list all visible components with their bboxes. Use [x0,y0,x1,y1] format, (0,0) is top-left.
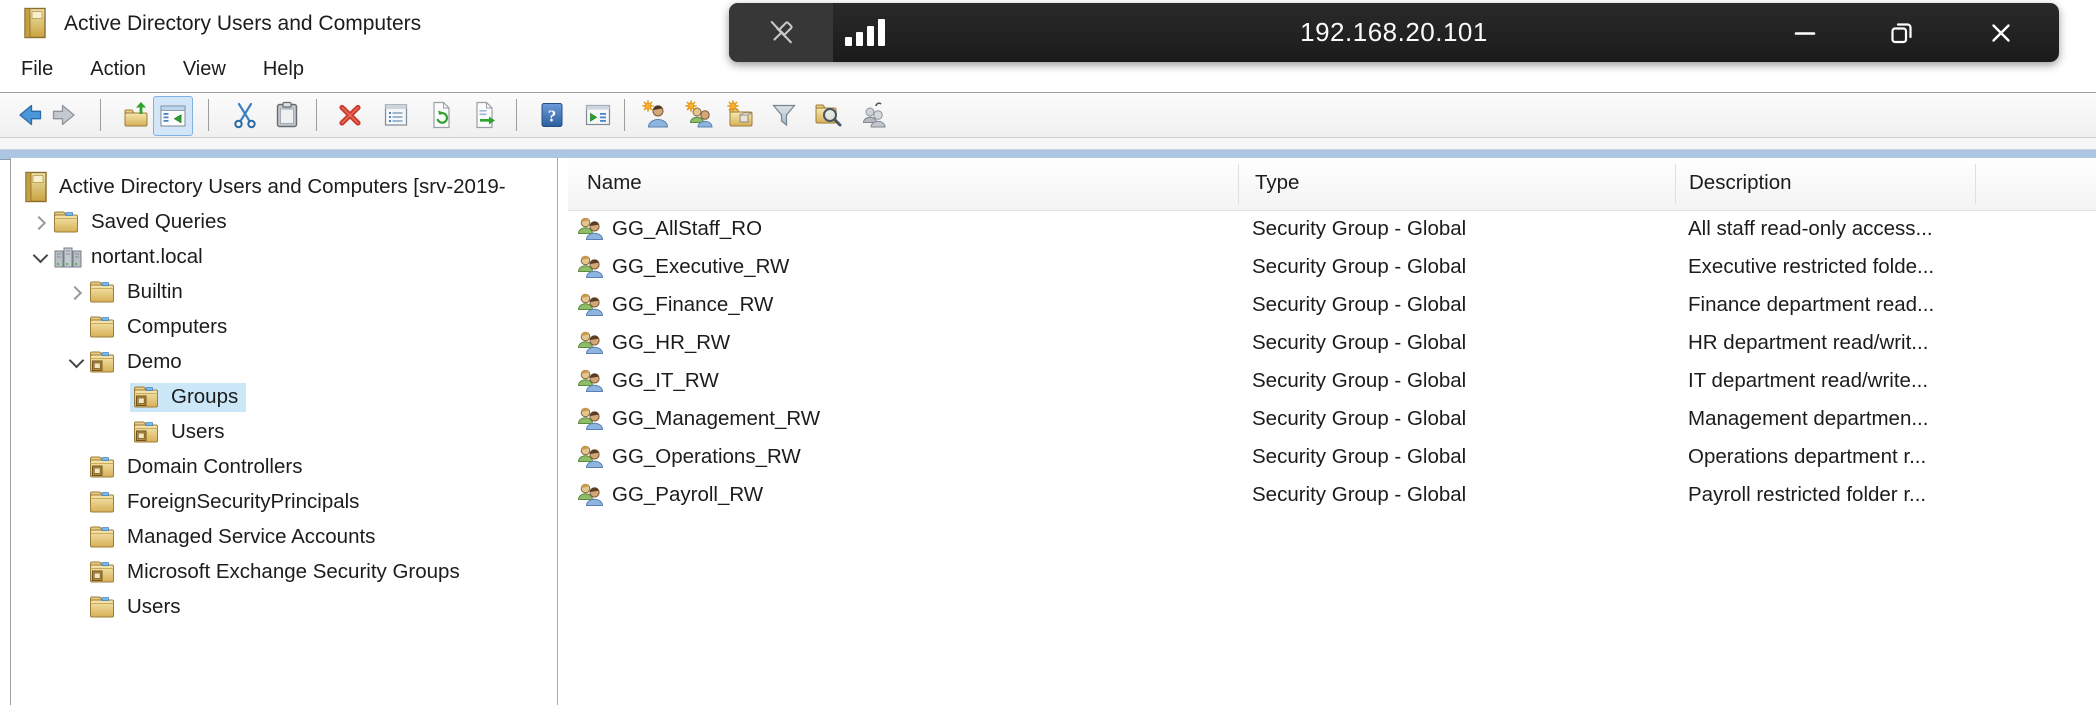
folder-icon [89,315,121,339]
close-icon [1992,23,2010,42]
menu-help[interactable]: Help [263,58,304,81]
menu-action[interactable]: Action [90,58,146,81]
security-group-icon [575,442,605,472]
session-address: 192.168.20.101 [1300,17,1488,47]
minimize-button[interactable] [1782,3,1828,62]
menu-view[interactable]: View [183,58,226,81]
tree-item-exchange-security-groups[interactable]: Microsoft Exchange Security Groups [13,555,556,590]
delete-icon[interactable] [335,100,365,130]
tree-item-managed-service-accounts[interactable]: Managed Service Accounts [13,520,556,555]
tree-item-domain-controllers[interactable]: Domain Controllers [13,450,556,485]
new-user-icon[interactable] [641,100,671,130]
connection-signal-icon [845,19,885,46]
security-group-icon [575,328,605,358]
tree-item-foreign-security-principals[interactable]: ForeignSecurityPrincipals [13,485,556,520]
list-row[interactable]: GG_Management_RW Security Group - Global M… [568,400,2096,438]
app-icon [20,7,50,40]
folder-icon [89,490,121,514]
ou-folder-icon [133,420,165,444]
object-list-pane: Name Type Description GG_AllStaff_RO Secu… [568,158,2096,705]
minimize-icon [1794,31,1816,35]
tree-item-builtin[interactable]: Builtin [13,275,556,310]
console-tree-pane: Active Directory Users and Computers [sr… [10,158,558,705]
window-title: Active Directory Users and Computers [64,12,422,35]
export-list-icon[interactable] [471,100,501,130]
ou-folder-icon [89,455,121,479]
show-console-tree-toggle[interactable] [153,96,193,136]
paste-icon[interactable] [272,100,302,130]
tree-item-saved-queries[interactable]: Saved Queries [13,205,556,240]
list-header: Name Type Description [568,158,2096,211]
ou-folder-icon [133,385,165,409]
security-group-icon [575,252,605,282]
menu-file[interactable]: File [21,58,53,81]
column-divider [1238,164,1239,204]
security-group-icon [575,480,605,510]
list-row[interactable]: GG_Payroll_RW Security Group - Global Payr… [568,476,2096,514]
list-row[interactable]: GG_AllStaff_RO Security Group - Global All… [568,210,2096,248]
accounts-icon[interactable] [857,100,887,130]
toolbar-separator [100,99,101,131]
folder-icon [53,210,85,234]
tree-item-demo[interactable]: Demo [13,345,556,380]
restore-icon [1891,22,1912,43]
tree-item-computers[interactable]: Computers [13,310,556,345]
folder-icon [89,280,121,304]
toolbar: ? [0,94,2096,138]
column-divider [1675,164,1676,204]
help-icon[interactable]: ? [537,100,567,130]
column-header-name[interactable]: Name [587,158,642,208]
forward-icon[interactable] [49,100,79,130]
list-row[interactable]: GG_HR_RW Security Group - Global HR depart… [568,324,2096,362]
unpin-icon [770,20,793,43]
folder-icon [89,595,121,619]
refresh-icon[interactable] [426,100,456,130]
new-window-icon[interactable] [583,100,613,130]
restore-button[interactable] [1879,3,1925,62]
new-group-icon[interactable] [684,100,714,130]
back-icon[interactable] [15,100,45,130]
new-organizational-unit-icon[interactable] [726,100,756,130]
remote-session-toolbar: 192.168.20.101 [729,3,2059,62]
toolbar-separator [516,99,517,131]
security-group-icon [575,366,605,396]
column-divider [1975,164,1976,204]
column-header-type[interactable]: Type [1255,158,1299,208]
show-console-tree-icon [160,105,186,127]
find-icon[interactable] [813,100,843,130]
toolbar-separator [208,99,209,131]
up-one-level-icon[interactable] [122,100,152,130]
security-group-icon [575,290,605,320]
tree-item-groups[interactable]: Groups [13,380,556,415]
column-header-description[interactable]: Description [1689,158,1792,208]
filter-icon[interactable] [769,100,799,130]
close-button[interactable] [1978,3,2024,62]
tree-item-domain[interactable]: nortant.local [13,240,556,275]
list-row[interactable]: GG_Executive_RW Security Group - Global Ex… [568,248,2096,286]
svg-text:?: ? [548,107,557,126]
folder-icon [89,525,121,549]
ou-folder-icon [89,350,121,374]
security-group-icon [575,214,605,244]
book-icon [21,171,53,203]
tree-item-root[interactable]: Active Directory Users and Computers [sr… [13,170,556,205]
domain-icon [53,244,85,270]
list-row[interactable]: GG_IT_RW Security Group - Global IT depart… [568,362,2096,400]
unpin-toolbar-button[interactable] [729,3,833,62]
list-row[interactable]: GG_Operations_RW Security Group - Global O… [568,438,2096,476]
toolbar-separator [316,99,317,131]
toolbar-gap [0,138,2096,149]
properties-icon[interactable] [381,100,411,130]
security-group-icon [575,404,605,434]
ou-folder-icon [89,560,121,584]
tree-item-users[interactable]: Users [13,590,556,625]
list-row[interactable]: GG_Finance_RW Security Group - Global Fina… [568,286,2096,324]
aduc-window: Active Directory Users and Computers Fil… [0,0,2096,705]
tree-item-demo-users[interactable]: Users [13,415,556,450]
cut-icon[interactable] [230,100,260,130]
toolbar-separator [624,99,625,131]
